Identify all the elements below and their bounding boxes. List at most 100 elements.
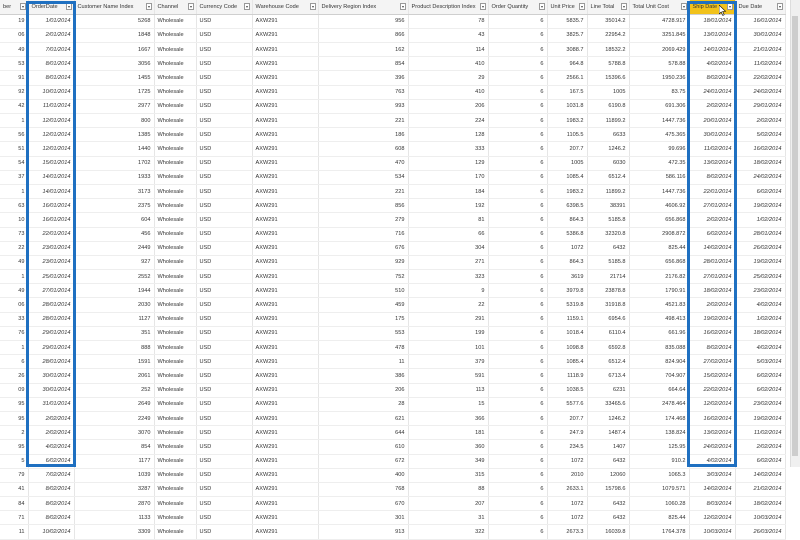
table-cell[interactable]: 2/02/2014 — [689, 212, 736, 228]
table-cell[interactable]: 6 — [488, 468, 548, 483]
table-cell[interactable]: 854 — [318, 56, 409, 72]
table-cell[interactable]: 162 — [318, 42, 409, 58]
table-cell[interactable]: Wholesale — [154, 141, 197, 157]
table-cell[interactable]: 1085.4 — [547, 354, 588, 370]
table-cell[interactable]: 553 — [318, 326, 409, 342]
table-cell[interactable]: 21/02/2014 — [735, 482, 786, 498]
table-cell[interactable]: 6 — [488, 99, 548, 115]
table-cell[interactable]: 23/02/2014 — [735, 397, 786, 412]
table-cell[interactable]: 6512.4 — [587, 170, 630, 185]
filter-dropdown-icon[interactable] — [620, 3, 627, 10]
table-cell[interactable]: 30/01/2014 — [28, 368, 75, 384]
table-cell[interactable]: 10 — [0, 212, 29, 228]
table-cell[interactable]: 1 — [0, 113, 29, 129]
column-header-orderdate[interactable]: OrderDate — [28, 0, 75, 15]
table-cell[interactable]: 15396.6 — [587, 70, 630, 86]
table-cell[interactable]: 247.9 — [547, 425, 588, 441]
table-cell[interactable]: 28/01/2014 — [28, 297, 75, 313]
table-cell[interactable]: 174.468 — [629, 411, 690, 427]
table-cell[interactable]: 51 — [0, 141, 29, 157]
table-cell[interactable]: 315 — [408, 468, 489, 483]
table-cell[interactable]: 4521.83 — [629, 297, 690, 313]
table-cell[interactable]: 221 — [318, 184, 409, 200]
table-cell[interactable]: 2633.1 — [547, 482, 588, 498]
table-cell[interactable]: 2870 — [74, 496, 155, 512]
table-cell[interactable]: 2478.464 — [629, 397, 690, 412]
table-cell[interactable]: USD — [196, 496, 253, 512]
table-cell[interactable]: 672 — [318, 454, 409, 469]
table-cell[interactable]: 14/02/2014 — [735, 468, 786, 483]
table-cell[interactable]: 66 — [408, 227, 489, 242]
table-cell[interactable]: 6 — [488, 340, 548, 356]
table-cell[interactable]: 11899.2 — [587, 184, 630, 200]
table-cell[interactable]: 478 — [318, 340, 409, 356]
table-cell[interactable]: 16/02/2014 — [689, 411, 736, 427]
table-cell[interactable]: 1098.8 — [547, 340, 588, 356]
table-cell[interactable]: 2449 — [74, 241, 155, 256]
table-cell[interactable]: USD — [196, 411, 253, 427]
table-cell[interactable]: 35014.2 — [587, 14, 630, 29]
table-cell[interactable]: AXW291 — [252, 156, 319, 171]
filter-dropdown-icon[interactable] — [187, 3, 194, 10]
table-cell[interactable]: 16/01/2014 — [735, 14, 786, 29]
table-cell[interactable]: 4/02/2014 — [735, 340, 786, 356]
table-cell[interactable]: 956 — [318, 14, 409, 29]
table-cell[interactable]: 31918.8 — [587, 297, 630, 313]
table-cell[interactable]: 19/02/2014 — [735, 198, 786, 214]
table-cell[interactable]: 6 — [488, 113, 548, 129]
table-cell[interactable]: 608 — [318, 141, 409, 157]
table-cell[interactable]: 6/02/2014 — [28, 454, 75, 469]
table-cell[interactable]: 322 — [408, 524, 489, 540]
table-cell[interactable]: Wholesale — [154, 241, 197, 256]
table-cell[interactable]: 610 — [318, 439, 409, 455]
table-cell[interactable]: 472.35 — [629, 156, 690, 171]
table-cell[interactable]: 1005 — [547, 156, 588, 171]
table-cell[interactable]: AXW291 — [252, 383, 319, 398]
table-cell[interactable]: 6 — [0, 354, 29, 370]
table-cell[interactable]: USD — [196, 524, 253, 540]
table-cell[interactable]: USD — [196, 468, 253, 483]
table-cell[interactable]: 6/02/2014 — [735, 368, 786, 384]
table-cell[interactable]: AXW291 — [252, 468, 319, 483]
table-cell[interactable]: 1455 — [74, 70, 155, 86]
table-cell[interactable]: 06 — [0, 297, 29, 313]
table-cell[interactable]: 2176.82 — [629, 269, 690, 285]
table-cell[interactable]: 6 — [488, 269, 548, 285]
table-cell[interactable]: 864.3 — [547, 212, 588, 228]
table-cell[interactable]: 656.868 — [629, 212, 690, 228]
table-cell[interactable]: 2375 — [74, 198, 155, 214]
table-cell[interactable]: 8/01/2014 — [28, 70, 75, 86]
table-cell[interactable]: 5268 — [74, 14, 155, 29]
scrollbar-thumb[interactable] — [792, 16, 798, 456]
table-cell[interactable]: 3070 — [74, 425, 155, 441]
table-cell[interactable]: 207 — [408, 496, 489, 512]
table-cell[interactable]: 3056 — [74, 56, 155, 72]
table-cell[interactable]: 6 — [488, 425, 548, 441]
filter-dropdown-icon[interactable] — [19, 3, 26, 10]
table-cell[interactable]: 664.64 — [629, 383, 690, 398]
table-cell[interactable]: 578.88 — [629, 56, 690, 72]
table-cell[interactable]: USD — [196, 113, 253, 129]
table-cell[interactable]: 825.44 — [629, 241, 690, 256]
table-cell[interactable]: 1/01/2014 — [28, 14, 75, 29]
table-cell[interactable]: 676 — [318, 241, 409, 256]
table-cell[interactable]: 22954.2 — [587, 28, 630, 44]
table-cell[interactable]: 6 — [488, 326, 548, 342]
table-cell[interactable]: 1018.4 — [547, 326, 588, 342]
table-cell[interactable]: Wholesale — [154, 198, 197, 214]
table-cell[interactable]: 19/02/2014 — [689, 312, 736, 327]
table-cell[interactable]: 95 — [0, 411, 29, 427]
table-cell[interactable]: 5835.7 — [547, 14, 588, 29]
table-cell[interactable]: 63 — [0, 198, 29, 214]
table-cell[interactable]: 18/02/2014 — [735, 156, 786, 171]
table-cell[interactable]: 661.96 — [629, 326, 690, 342]
table-cell[interactable]: 13/01/2014 — [689, 28, 736, 44]
table-cell[interactable]: 41 — [0, 482, 29, 498]
table-cell[interactable]: 2 — [0, 425, 29, 441]
table-cell[interactable]: 33465.6 — [587, 397, 630, 412]
table-cell[interactable]: 271 — [408, 255, 489, 271]
table-cell[interactable]: 964.8 — [547, 56, 588, 72]
column-header-line-total[interactable]: Line Total — [587, 0, 630, 15]
table-cell[interactable]: 866 — [318, 28, 409, 44]
table-cell[interactable]: 691.306 — [629, 99, 690, 115]
